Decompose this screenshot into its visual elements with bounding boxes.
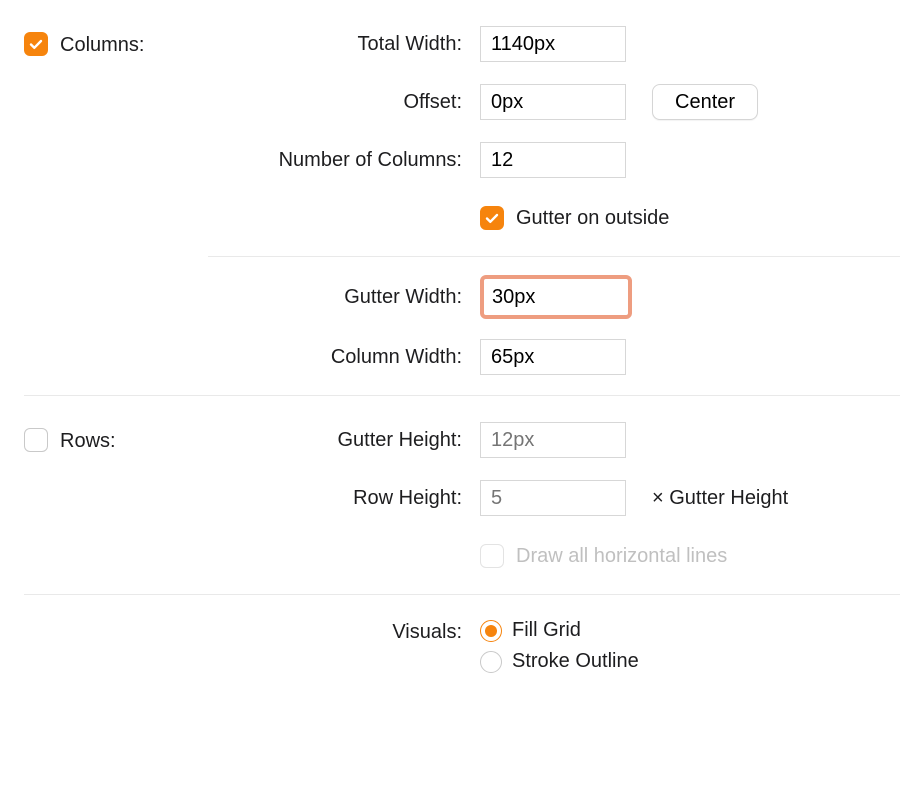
row-draw-lines: Draw all horizontal lines [24,536,900,576]
row-total-width: Columns: Total Width: [24,24,900,64]
columns-section-label: Columns: [60,32,208,57]
total-width-label: Total Width: [208,33,480,56]
gutter-outside-label: Gutter on outside [516,207,669,230]
divider [24,594,900,595]
checkmark-icon [484,210,500,226]
stroke-outline-radio[interactable] [480,651,502,673]
column-width-label: Column Width: [208,346,480,369]
total-width-input[interactable] [480,26,626,62]
checkmark-icon [28,36,44,52]
row-row-height: Row Height: × Gutter Height [24,478,900,518]
offset-label: Offset: [208,91,480,114]
gutter-outside-checkbox[interactable] [480,206,504,230]
divider [24,395,900,396]
center-button[interactable]: Center [652,84,758,120]
gutter-width-label: Gutter Width: [208,286,480,309]
stroke-outline-label: Stroke Outline [512,650,639,673]
row-height-input[interactable] [480,480,626,516]
gutter-height-label: Gutter Height: [208,429,480,452]
fill-grid-radio[interactable] [480,620,502,642]
draw-lines-checkbox[interactable] [480,544,504,568]
rows-section-label: Rows: [60,428,208,453]
row-gutter-height: Rows: Gutter Height: [24,420,900,460]
draw-lines-label: Draw all horizontal lines [516,545,727,568]
visuals-label: Visuals: [208,619,480,644]
row-height-label: Row Height: [208,487,480,510]
gutter-width-input[interactable] [480,275,632,319]
number-of-columns-input[interactable] [480,142,626,178]
column-width-input[interactable] [480,339,626,375]
row-visuals: Visuals: Fill Grid Stroke Outline [24,619,900,673]
row-gutter-width: Gutter Width: [24,275,900,319]
gutter-height-input[interactable] [480,422,626,458]
divider [208,256,900,257]
row-number-of-columns: Number of Columns: [24,140,900,180]
layout-settings-panel: Columns: Total Width: Offset: Center Num… [0,0,924,715]
offset-input[interactable] [480,84,626,120]
row-offset: Offset: Center [24,82,900,122]
rows-checkbox[interactable] [24,428,48,452]
columns-checkbox[interactable] [24,32,48,56]
row-height-suffix: × Gutter Height [652,487,788,510]
row-gutter-outside: Gutter on outside [24,198,900,238]
fill-grid-label: Fill Grid [512,619,581,642]
number-of-columns-label: Number of Columns: [208,149,480,172]
row-column-width: Column Width: [24,337,900,377]
